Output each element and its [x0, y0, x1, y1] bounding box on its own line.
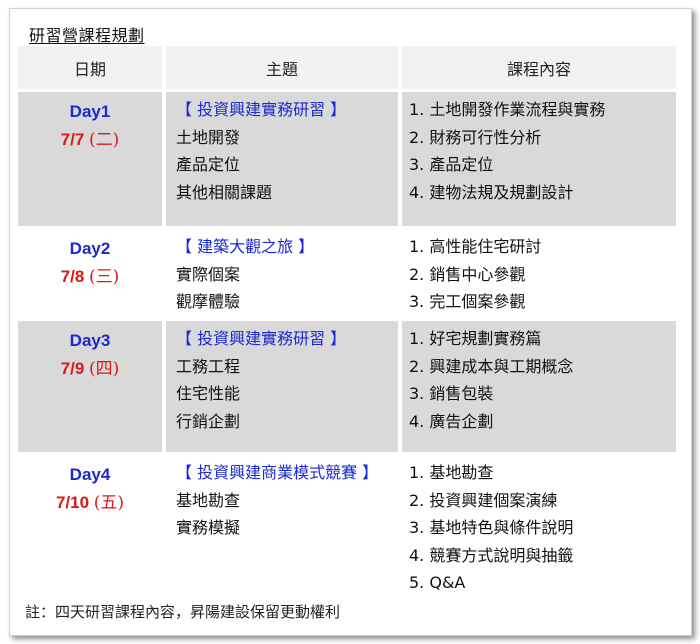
row-3-content-item: 2. 興建成本與工期概念 — [409, 356, 574, 376]
header-date-label: 日期 — [73, 59, 106, 79]
row-4-content-item: 3. 基地特色與條件說明 — [409, 518, 574, 537]
row-2-content-cell: 1. 高性能住宅研討 2. 銷售中心參觀 3. 完工個案參觀 — [402, 229, 676, 318]
row-1-content-item: 1. 土地開發作業流程與實務 — [409, 100, 606, 119]
row-2-topic-head: 【 建築大觀之旅 】 — [176, 237, 315, 256]
header-content: 課程內容 — [402, 46, 676, 89]
row-2-content-item: 2. 銷售中心參觀 — [409, 264, 526, 284]
row-2-content-item: 3. 完工個案參觀 — [409, 292, 526, 311]
row-3-date: 7/9 (四) — [60, 359, 120, 379]
row-4-topic-cell: 【 投資興建商業模式競賽 】 基地勘查 實務模擬 — [166, 455, 398, 597]
row-4-topic-head: 【 投資興建商業模式競賽 】 — [176, 463, 379, 482]
header-topic-label: 主題 — [265, 59, 298, 79]
row-1-content-cell: 1. 土地開發作業流程與實務 2. 財務可行性分析 3. 產品定位 4. 建物法… — [402, 92, 676, 226]
row-3-topic-line: 工務工程 — [176, 356, 241, 376]
row-4-content-item: 1. 基地勘查 — [409, 463, 494, 482]
row-2-day: Day2 — [69, 239, 111, 258]
row-1-content-item: 3. 產品定位 — [409, 155, 494, 174]
row-2-day-cell: Day2 7/8 (三) — [18, 229, 162, 318]
row-3-topic-line: 行銷企劃 — [176, 411, 241, 431]
header-content-label: 課程內容 — [506, 59, 571, 79]
row-4-date: 7/10 (五) — [55, 493, 125, 513]
row-3-day-cell: Day3 7/9 (四) — [18, 321, 162, 452]
row-4-content-item: 5. Q&A — [409, 573, 466, 592]
row-2-topic-cell: 【 建築大觀之旅 】 實際個案 觀摩體驗 — [166, 229, 398, 318]
row-3-topic-cell: 【 投資興建實務研習 】 工務工程 住宅性能 行銷企劃 — [166, 321, 398, 452]
row-4-topic-line: 實務模擬 — [176, 518, 241, 537]
row-3-topic-line: 住宅性能 — [176, 384, 241, 403]
row-2-topic-line: 實際個案 — [176, 264, 241, 284]
row-4-content-item: 4. 競賽方式說明與抽籤 — [409, 545, 574, 565]
row-4-content-cell: 1. 基地勘查 2. 投資興建個案演練 3. 基地特色與條件說明 4. 競賽方式… — [402, 455, 676, 597]
row-1-topic-line: 土地開發 — [176, 127, 241, 147]
header-topic: 主題 — [166, 46, 398, 89]
row-1-content-item: 4. 建物法規及規劃設計 — [409, 182, 574, 202]
row-3-content-item: 3. 銷售包裝 — [409, 384, 494, 403]
row-4-day: Day4 — [69, 465, 111, 484]
row-1-topic-line: 其他相關課題 — [176, 182, 273, 202]
row-3-topic-head: 【 投資興建實務研習 】 — [176, 329, 347, 348]
row-1-content-item: 2. 財務可行性分析 — [409, 127, 542, 147]
row-2-date: 7/8 (三) — [60, 267, 120, 287]
row-3-content-cell: 1. 好宅規劃實務篇 2. 興建成本與工期概念 3. 銷售包裝 4. 廣告企劃 — [402, 321, 676, 452]
row-2-topic-line: 觀摩體驗 — [176, 292, 241, 311]
row-4-topic-line: 基地勘查 — [176, 490, 241, 510]
row-4-day-cell: Day4 7/10 (五) — [18, 455, 162, 597]
row-1-day: Day1 — [69, 102, 111, 121]
row-1-day-cell: Day1 7/7 (二) — [18, 92, 162, 226]
row-1-topic-line: 產品定位 — [176, 155, 241, 174]
row-4-content-item: 2. 投資興建個案演練 — [409, 490, 558, 510]
header-date: 日期 — [18, 46, 162, 89]
footnote: 註：四天研習課程內容，昇陽建設保留更動權利 — [25, 603, 341, 621]
row-3-content-item: 1. 好宅規劃實務篇 — [409, 329, 542, 348]
row-3-day: Day3 — [69, 331, 111, 350]
row-1-date: 7/7 (二) — [60, 130, 120, 150]
row-3-content-item: 4. 廣告企劃 — [409, 411, 494, 431]
row-2-content-item: 1. 高性能住宅研討 — [409, 237, 542, 256]
row-1-topic-head: 【 投資興建實務研習 】 — [176, 100, 347, 119]
row-1-topic-cell: 【 投資興建實務研習 】 土地開發 產品定位 其他相關課題 — [166, 92, 398, 226]
page-title: 研習營課程規劃 — [29, 26, 145, 45]
